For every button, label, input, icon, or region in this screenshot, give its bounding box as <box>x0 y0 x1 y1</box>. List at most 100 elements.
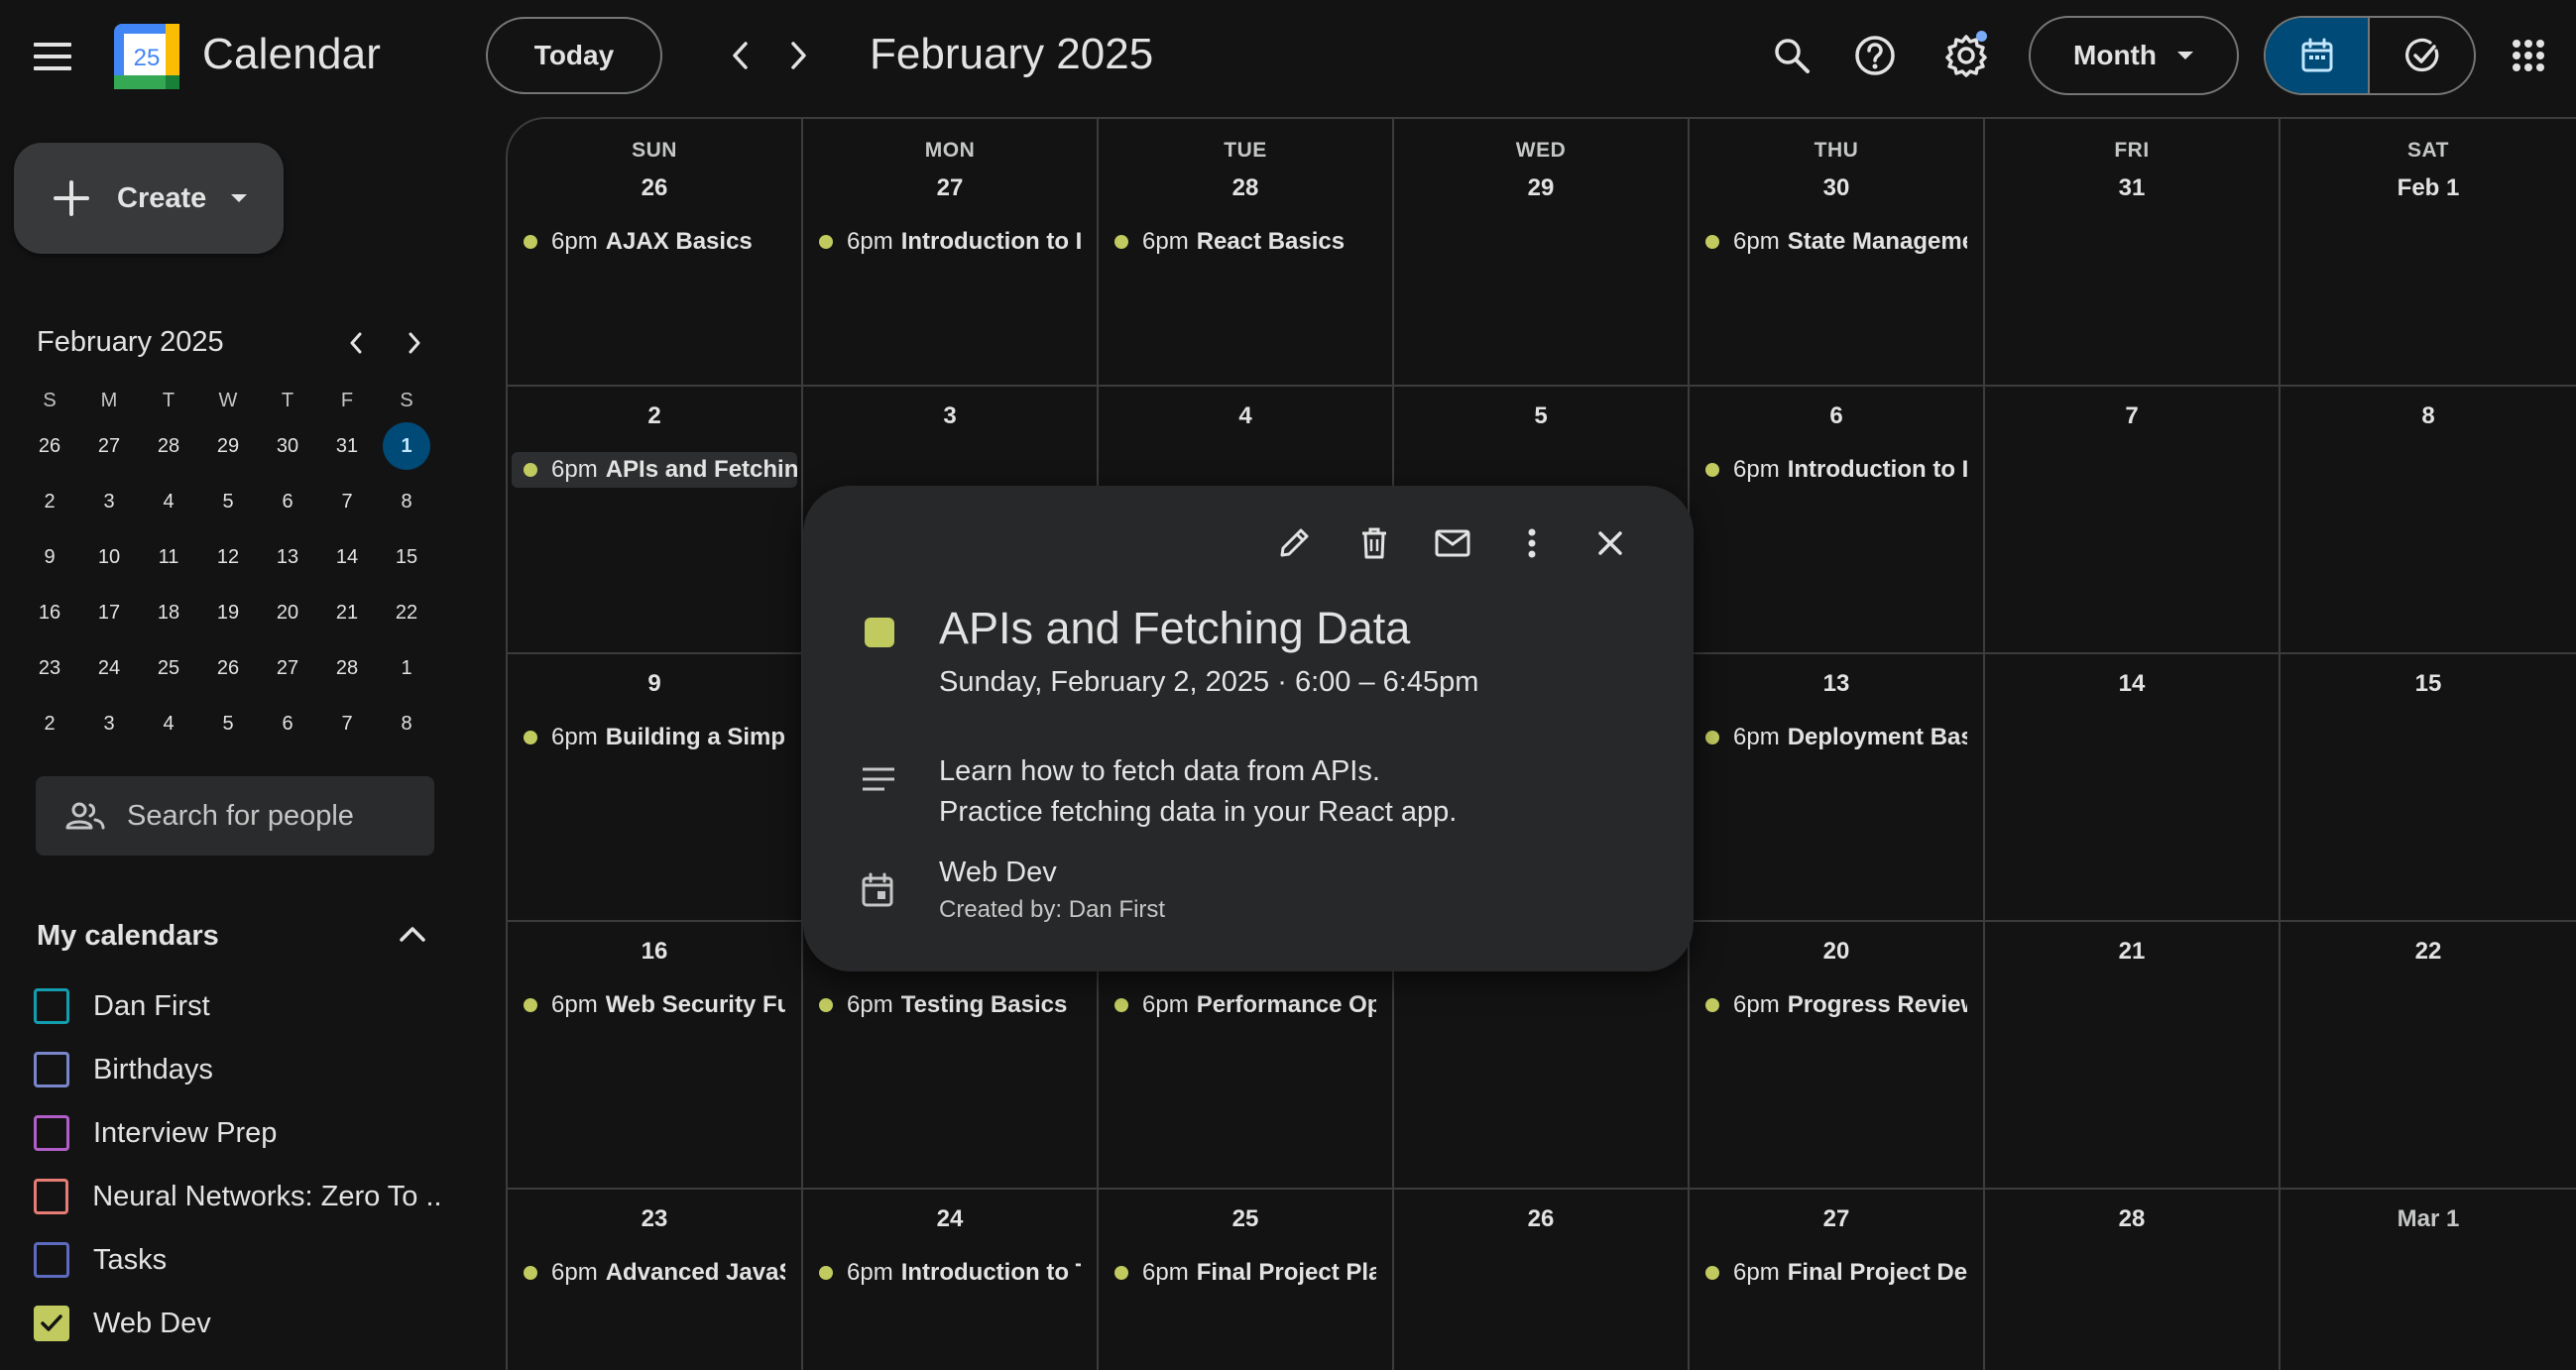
day-cell[interactable]: 2 6pm APIs and Fetching <box>508 387 803 654</box>
mini-day-cell[interactable]: 3 <box>79 478 139 525</box>
mini-day-cell[interactable]: 18 <box>139 589 198 636</box>
edit-pencil-icon[interactable] <box>1266 515 1322 571</box>
create-button[interactable]: Create <box>14 143 284 254</box>
checked-checkbox-icon[interactable] <box>34 1306 69 1341</box>
mini-day-cell[interactable]: 8 <box>377 700 436 747</box>
checkbox-icon[interactable] <box>34 988 69 1024</box>
mini-day-cell[interactable]: 27 <box>79 422 139 470</box>
mini-day-cell[interactable]: 26 <box>20 422 79 470</box>
google-apps-icon[interactable] <box>2499 26 2558 85</box>
mini-day-cell[interactable]: 21 <box>317 589 377 636</box>
event-chip[interactable]: 6pm React Basics <box>1114 224 1376 260</box>
day-cell[interactable]: 24 6pm Introduction to T <box>803 1190 1099 1370</box>
search-icon[interactable] <box>1762 26 1821 85</box>
day-cell[interactable]: 22 <box>2281 922 2576 1190</box>
calendar-logo-icon[interactable]: 25 <box>114 24 179 89</box>
day-number[interactable]: 26 <box>508 174 801 202</box>
mini-day-cell[interactable]: 7 <box>317 700 377 747</box>
mini-day-cell[interactable]: 31 <box>317 422 377 470</box>
day-number[interactable]: 30 <box>1690 174 1983 202</box>
mini-day-cell[interactable]: 15 <box>377 533 436 581</box>
day-number[interactable]: 3 <box>803 402 1097 430</box>
mini-day-cell[interactable]: 17 <box>79 589 139 636</box>
day-cell[interactable]: SAT Feb 1 <box>2281 119 2576 387</box>
mini-day-cell[interactable]: 6 <box>258 478 317 525</box>
mini-day-cell[interactable]: 30 <box>258 422 317 470</box>
mini-day-cell[interactable]: 20 <box>258 589 317 636</box>
event-chip[interactable]: 6pm Web Security Fu <box>524 987 785 1023</box>
mini-day-cell[interactable]: 11 <box>139 533 198 581</box>
event-chip[interactable]: 6pm Advanced JavaS <box>524 1255 785 1291</box>
day-number[interactable]: 28 <box>1985 1205 2279 1233</box>
day-number[interactable]: 13 <box>1690 670 1983 698</box>
day-cell[interactable]: 25 6pm Final Project Pla <box>1099 1190 1394 1370</box>
mini-day-cell[interactable]: 2 <box>20 478 79 525</box>
mini-day-cell[interactable]: 1 <box>377 422 436 470</box>
mini-day-cell[interactable]: 14 <box>317 533 377 581</box>
email-guests-icon[interactable] <box>1425 515 1480 571</box>
day-number[interactable]: 24 <box>803 1205 1097 1233</box>
day-cell[interactable]: 27 6pm Final Project Dev <box>1690 1190 1985 1370</box>
day-number[interactable]: 23 <box>508 1205 801 1233</box>
calendar-item[interactable]: Tasks <box>34 1235 440 1285</box>
day-number[interactable]: 8 <box>2281 402 2576 430</box>
event-chip[interactable]: 6pm APIs and Fetching <box>512 452 797 488</box>
mini-day-cell[interactable]: 4 <box>139 478 198 525</box>
day-number[interactable]: 27 <box>1690 1205 1983 1233</box>
event-chip[interactable]: 6pm Introduction to T <box>819 1255 1081 1291</box>
day-cell[interactable]: 13 6pm Deployment Basics <box>1690 654 1985 922</box>
view-switcher-button[interactable]: Month <box>2029 16 2239 95</box>
calendar-item[interactable]: Web Dev <box>34 1299 440 1348</box>
mini-day-cell[interactable]: 29 <box>198 422 258 470</box>
event-chip[interactable]: 6pm State Management <box>1705 224 1967 260</box>
checkbox-icon[interactable] <box>34 1052 69 1087</box>
previous-period-icon[interactable] <box>715 31 764 80</box>
mini-day-cell[interactable]: 7 <box>317 478 377 525</box>
mini-day-cell[interactable]: 5 <box>198 478 258 525</box>
day-cell[interactable]: 6 6pm Introduction to I <box>1690 387 1985 654</box>
mini-day-cell[interactable]: 27 <box>258 644 317 692</box>
mini-day-cell[interactable]: 24 <box>79 644 139 692</box>
day-cell[interactable]: MON 27 6pm Introduction to I <box>803 119 1099 387</box>
mini-day-cell[interactable]: 6 <box>258 700 317 747</box>
event-chip[interactable]: 6pm Final Project Pla <box>1114 1255 1376 1291</box>
day-number[interactable]: 29 <box>1394 174 1688 202</box>
my-calendars-heading[interactable]: My calendars <box>37 920 219 953</box>
day-number[interactable]: 26 <box>1394 1205 1688 1233</box>
settings-gear-icon[interactable] <box>1936 26 1996 85</box>
day-number[interactable]: Feb 1 <box>2281 174 2576 202</box>
day-cell[interactable]: TUE 28 6pm React Basics <box>1099 119 1394 387</box>
calendar-item[interactable]: Neural Networks: Zero To ... <box>34 1172 440 1221</box>
day-cell[interactable]: FRI 31 <box>1985 119 2281 387</box>
day-cell[interactable]: 7 <box>1985 387 2281 654</box>
mini-day-cell[interactable]: 2 <box>20 700 79 747</box>
mini-day-cell[interactable]: 22 <box>377 589 436 636</box>
event-chip[interactable]: 6pm AJAX Basics <box>524 224 785 260</box>
mini-day-cell[interactable]: 9 <box>20 533 79 581</box>
day-cell[interactable]: 14 <box>1985 654 2281 922</box>
day-number[interactable]: 20 <box>1690 938 1983 966</box>
event-chip[interactable]: 6pm Building a Simpl <box>524 720 785 755</box>
event-chip[interactable]: 6pm Performance Op <box>1114 987 1376 1023</box>
day-number[interactable]: 14 <box>1985 670 2279 698</box>
day-cell[interactable]: 16 6pm Web Security Fu <box>508 922 803 1190</box>
event-chip[interactable]: 6pm Progress Review <box>1705 987 1967 1023</box>
day-cell[interactable]: 28 <box>1985 1190 2281 1370</box>
more-options-icon[interactable] <box>1504 515 1560 571</box>
day-number[interactable]: 9 <box>508 670 801 698</box>
day-number[interactable]: 25 <box>1099 1205 1392 1233</box>
mini-day-cell[interactable]: 12 <box>198 533 258 581</box>
help-icon[interactable] <box>1845 26 1905 85</box>
mini-day-cell[interactable]: 19 <box>198 589 258 636</box>
day-number[interactable]: Mar 1 <box>2281 1205 2576 1233</box>
mini-day-cell[interactable]: 16 <box>20 589 79 636</box>
day-cell[interactable]: 23 6pm Advanced JavaS <box>508 1190 803 1370</box>
day-cell[interactable]: 21 <box>1985 922 2281 1190</box>
event-chip[interactable]: 6pm Final Project Dev <box>1705 1255 1967 1291</box>
day-number[interactable]: 6 <box>1690 402 1983 430</box>
next-period-icon[interactable] <box>774 31 824 80</box>
mini-day-cell[interactable]: 28 <box>317 644 377 692</box>
tasks-view-toggle[interactable] <box>2370 18 2474 93</box>
day-number[interactable]: 28 <box>1099 174 1392 202</box>
event-chip[interactable]: 6pm Introduction to I <box>819 224 1081 260</box>
